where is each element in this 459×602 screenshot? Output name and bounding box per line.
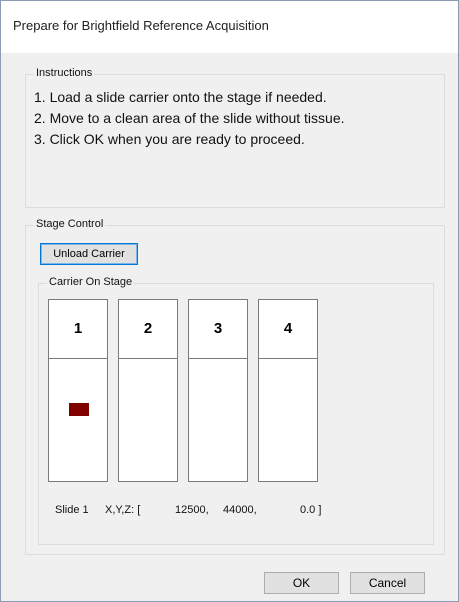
instructions-label: Instructions xyxy=(34,67,95,79)
title-bar: Prepare for Brightfield Reference Acquis… xyxy=(1,1,458,53)
cancel-button[interactable]: Cancel xyxy=(350,572,425,594)
instruction-line-1: 1. Load a slide carrier onto the stage i… xyxy=(34,89,327,105)
dialog-window: Prepare for Brightfield Reference Acquis… xyxy=(0,0,459,602)
carrier-on-stage-group: Carrier On Stage 1 2 3 4 Slide 1 X,Y,Z: … xyxy=(38,276,434,545)
dialog-title: Prepare for Brightfield Reference Acquis… xyxy=(13,18,269,33)
slot-header: 2 xyxy=(119,300,177,359)
slot-header: 1 xyxy=(49,300,107,359)
slot-number: 1 xyxy=(73,320,83,337)
carrier-slot-2[interactable]: 2 xyxy=(118,299,178,482)
slide-status: Slide 1 xyxy=(55,504,89,516)
z-coordinate: 0.0 ] xyxy=(300,504,322,516)
slot-header: 4 xyxy=(259,300,317,359)
instruction-line-2: 2. Move to a clean area of the slide wit… xyxy=(34,110,345,126)
xyz-label: X,Y,Z: [ xyxy=(105,504,141,516)
instruction-line-3: 3. Click OK when you are ready to procee… xyxy=(34,131,305,147)
slot-number: 3 xyxy=(213,320,223,337)
slide-marker xyxy=(69,403,89,416)
stage-control-group: Stage Control Unload Carrier Carrier On … xyxy=(25,218,445,555)
stage-control-label: Stage Control xyxy=(34,218,106,230)
slot-number: 4 xyxy=(283,320,293,337)
carrier-on-stage-label: Carrier On Stage xyxy=(47,276,135,288)
x-coordinate: 12500, xyxy=(175,504,209,516)
ok-button[interactable]: OK xyxy=(264,572,339,594)
instructions-group: Instructions 1. Load a slide carrier ont… xyxy=(25,67,445,208)
slot-number: 2 xyxy=(143,320,153,337)
carrier-slot-3[interactable]: 3 xyxy=(188,299,248,482)
carrier-slot-4[interactable]: 4 xyxy=(258,299,318,482)
slot-header: 3 xyxy=(189,300,247,359)
y-coordinate: 44000, xyxy=(223,504,257,516)
unload-carrier-button[interactable]: Unload Carrier xyxy=(40,243,138,265)
carrier-slot-1[interactable]: 1 xyxy=(48,299,108,482)
